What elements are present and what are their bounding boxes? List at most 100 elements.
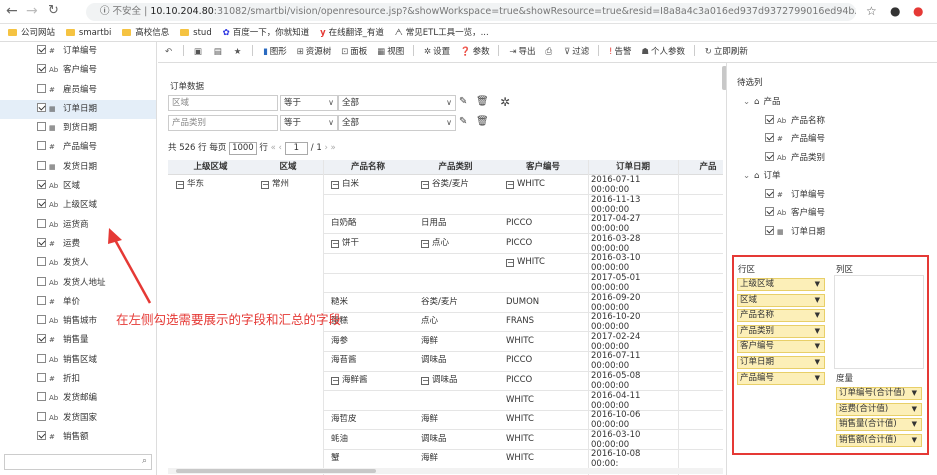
row-field-chip[interactable]: 区域 ▼ xyxy=(737,293,825,307)
row-field-chip[interactable]: 产品编号 ▼ xyxy=(737,371,825,385)
field-checkbox[interactable] xyxy=(37,257,46,267)
bookmark-item[interactable]: y 在线翻译_有道 xyxy=(320,24,384,42)
field-checkbox[interactable] xyxy=(37,295,46,305)
collapse-icon[interactable]: − xyxy=(421,377,429,385)
extension-icon[interactable]: ● xyxy=(913,4,923,18)
measure-chip[interactable]: 销售量(合计值) ▼ xyxy=(836,418,922,432)
dropdown-icon[interactable]: ▼ xyxy=(815,310,820,321)
bookmark-item[interactable]: ᗅ 常见ETL工具一览，... xyxy=(395,24,489,42)
column-header[interactable]: 订单日期 xyxy=(588,160,678,175)
horizontal-scrollbar[interactable] xyxy=(168,468,723,474)
collapse-icon[interactable]: − xyxy=(176,181,184,189)
tree-group[interactable]: ⌄ ⌂ 订单 xyxy=(727,167,927,186)
filter-value-select[interactable]: 全部 ∨ xyxy=(338,95,456,111)
field-checkbox[interactable] xyxy=(37,45,46,54)
column-header[interactable]: 上级区域 xyxy=(168,160,253,175)
field-item[interactable]: # 订单编号 xyxy=(0,42,156,61)
measure-chip[interactable]: 销售额(合计值) ▼ xyxy=(836,433,922,447)
dropdown-icon[interactable]: ▼ xyxy=(912,388,917,399)
bookmark-star-icon[interactable]: ☆ xyxy=(866,4,877,18)
field-item[interactable]: ▦ 到货日期 xyxy=(0,119,156,138)
field-checkbox[interactable] xyxy=(37,122,46,132)
field-checkbox[interactable] xyxy=(37,276,46,286)
field-checkbox[interactable] xyxy=(37,315,46,325)
page-size-input[interactable]: 1000 xyxy=(229,142,257,155)
collapse-icon[interactable]: − xyxy=(506,259,514,268)
chevron-down-icon[interactable]: ⌄ xyxy=(743,97,750,107)
dropdown-icon[interactable]: ▼ xyxy=(815,295,820,306)
tree-item[interactable]: Ab 客户编号 xyxy=(727,204,927,223)
filter-button[interactable]: ⊽ 过滤 xyxy=(564,42,589,63)
measure-chip[interactable]: 运费(合计值) ▼ xyxy=(836,402,922,416)
field-checkbox[interactable] xyxy=(37,411,46,421)
bookmark-item[interactable]: ✿ 百度一下，你就知道 xyxy=(223,24,310,42)
collapse-icon[interactable]: − xyxy=(261,181,269,189)
resource-tree-button[interactable]: ⊞ 资源树 xyxy=(297,42,332,63)
field-checkbox[interactable] xyxy=(37,64,46,74)
collapse-icon[interactable]: − xyxy=(506,181,514,189)
dropdown-icon[interactable]: ▼ xyxy=(815,279,820,290)
field-checkbox[interactable] xyxy=(37,218,46,228)
column-zone[interactable] xyxy=(834,275,924,369)
column-header[interactable]: 产品名称 xyxy=(323,160,413,175)
field-item[interactable]: Ab 区域 xyxy=(0,177,156,196)
tree-item[interactable]: # 产品编号 xyxy=(727,130,927,149)
collapse-icon[interactable]: − xyxy=(331,377,339,385)
row-field-chip[interactable]: 上级区域 ▼ xyxy=(737,278,825,291)
panel-button[interactable]: ⊡ 面板 xyxy=(341,42,367,63)
filter-operator-select[interactable]: 等于 ∨ xyxy=(280,115,338,131)
column-header[interactable]: 产品 xyxy=(678,160,723,175)
print-button[interactable]: ⎙ xyxy=(545,42,554,63)
refresh-button[interactable]: ↻ 立即刷新 xyxy=(705,42,748,63)
export-button[interactable]: ⇥ 导出 xyxy=(509,42,535,63)
column-header[interactable]: 客户编号 xyxy=(498,160,588,175)
column-header[interactable]: 区域 xyxy=(253,160,323,175)
alert-button[interactable]: ! 告警 xyxy=(609,42,631,63)
next-page-icon[interactable]: › » xyxy=(324,143,335,153)
delete-icon[interactable]: 🗑 xyxy=(476,116,489,127)
field-item[interactable]: # 折扣 xyxy=(0,370,156,389)
field-item[interactable]: Ab 客户编号 xyxy=(0,61,156,80)
back-icon[interactable]: ← xyxy=(6,4,18,18)
column-checkbox[interactable] xyxy=(765,151,774,161)
field-checkbox[interactable] xyxy=(37,373,46,383)
collapse-icon[interactable]: − xyxy=(421,181,429,189)
dropdown-icon[interactable]: ▼ xyxy=(912,435,917,446)
row-field-chip[interactable]: 产品类别 ▼ xyxy=(737,324,825,338)
tree-item[interactable]: Ab 产品类别 xyxy=(727,149,927,168)
field-checkbox[interactable] xyxy=(37,353,46,363)
dropdown-icon[interactable]: ▼ xyxy=(815,357,820,368)
favorite-icon[interactable]: ★ xyxy=(234,42,244,63)
settings-button[interactable]: ✲ 设置 xyxy=(424,42,450,63)
collapse-icon[interactable]: − xyxy=(421,239,429,248)
filter-value-select[interactable]: 全部 ∨ xyxy=(338,115,456,131)
tree-group[interactable]: ⌄ ⌂ 产品 xyxy=(727,93,927,112)
column-checkbox[interactable] xyxy=(765,207,774,216)
field-item[interactable]: # 销售量 xyxy=(0,331,156,350)
field-item[interactable]: Ab 发货邮编 xyxy=(0,389,156,408)
measure-chip[interactable]: 订单编号(合计值) ▼ xyxy=(836,387,922,400)
undo-icon[interactable]: ↶ xyxy=(165,42,174,63)
personal-params-button[interactable]: ☗ 个人参数 xyxy=(641,42,685,63)
column-checkbox[interactable] xyxy=(765,188,774,198)
page-number-input[interactable]: 1 xyxy=(284,142,309,155)
field-checkbox[interactable] xyxy=(37,237,46,247)
filter-operator-select[interactable]: 等于 ∨ xyxy=(280,95,338,111)
row-field-chip[interactable]: 客户编号 ▼ xyxy=(737,340,825,354)
dropdown-icon[interactable]: ▼ xyxy=(815,341,820,352)
save-icon[interactable]: ▣ xyxy=(194,42,204,63)
field-item[interactable]: Ab 上级区域 xyxy=(0,196,156,215)
chart-button[interactable]: ▮ 图形 xyxy=(263,42,287,63)
column-checkbox[interactable] xyxy=(765,114,774,124)
field-checkbox[interactable] xyxy=(37,83,46,93)
field-checkbox[interactable] xyxy=(37,160,46,170)
field-checkbox[interactable] xyxy=(37,102,46,112)
field-checkbox[interactable] xyxy=(37,430,46,440)
field-checkbox[interactable] xyxy=(37,334,46,344)
delete-icon[interactable]: 🗑 xyxy=(476,96,489,107)
dropdown-icon[interactable]: ▼ xyxy=(912,404,917,415)
dropdown-icon[interactable]: ▼ xyxy=(912,419,917,430)
prev-page-icon[interactable]: « ‹ xyxy=(271,143,282,153)
edit-icon[interactable]: ✎ xyxy=(459,116,467,127)
chevron-down-icon[interactable]: ⌄ xyxy=(743,171,750,181)
